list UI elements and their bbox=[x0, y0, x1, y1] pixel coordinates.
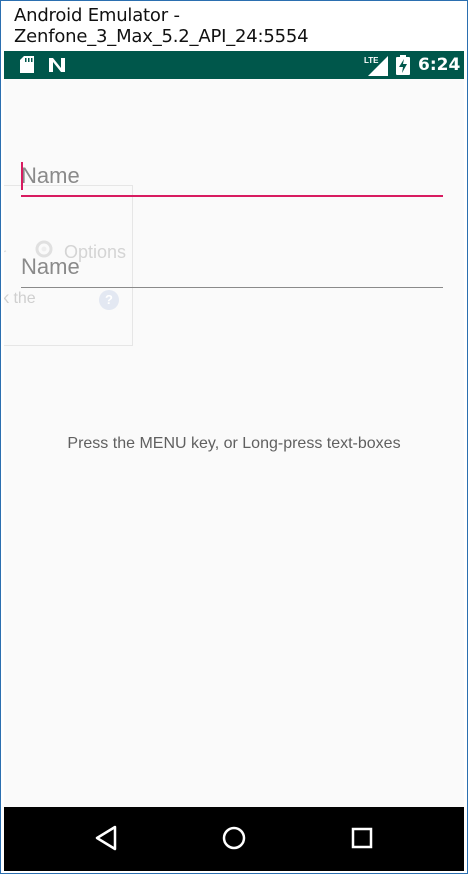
recent-apps-icon[interactable] bbox=[351, 827, 373, 849]
n-notification-icon bbox=[49, 58, 65, 72]
name-input-1-hint: Name bbox=[21, 163, 80, 188]
name-input-2-underline bbox=[21, 287, 443, 288]
navigation-bar bbox=[4, 807, 464, 871]
help-icon: ? bbox=[99, 290, 119, 310]
sd-card-icon bbox=[20, 56, 34, 73]
app-content: r Options k the ? Name Name Press the ME… bbox=[4, 79, 464, 807]
device-screen: LTE 6:24 r Options k the ? Name bbox=[4, 51, 464, 871]
back-icon[interactable] bbox=[94, 825, 118, 851]
status-time: 6:24 bbox=[418, 55, 461, 75]
window-titlebar[interactable]: Android Emulator - Zenfone_3_Max_5.2_API… bbox=[1, 1, 467, 51]
home-icon[interactable] bbox=[222, 826, 246, 850]
name-input-1-underline bbox=[21, 195, 443, 197]
ghost-fragment: r bbox=[4, 246, 6, 264]
text-cursor bbox=[21, 162, 23, 190]
emulator-window: Android Emulator - Zenfone_3_Max_5.2_API… bbox=[0, 0, 468, 874]
ghost-text-fragment: k the bbox=[4, 290, 36, 307]
name-input-1[interactable]: Name bbox=[21, 157, 443, 197]
instruction-text: Press the MENU key, or Long-press text-b… bbox=[67, 435, 401, 452]
battery-charging-icon bbox=[396, 55, 410, 75]
lte-signal-icon: LTE bbox=[364, 56, 388, 76]
svg-text:LTE: LTE bbox=[364, 56, 379, 65]
status-bar: LTE 6:24 bbox=[4, 51, 464, 79]
name-input-2-hint: Name bbox=[21, 254, 80, 279]
name-input-2[interactable]: Name bbox=[21, 248, 443, 288]
window-title: Android Emulator - Zenfone_3_Max_5.2_API… bbox=[14, 5, 309, 47]
